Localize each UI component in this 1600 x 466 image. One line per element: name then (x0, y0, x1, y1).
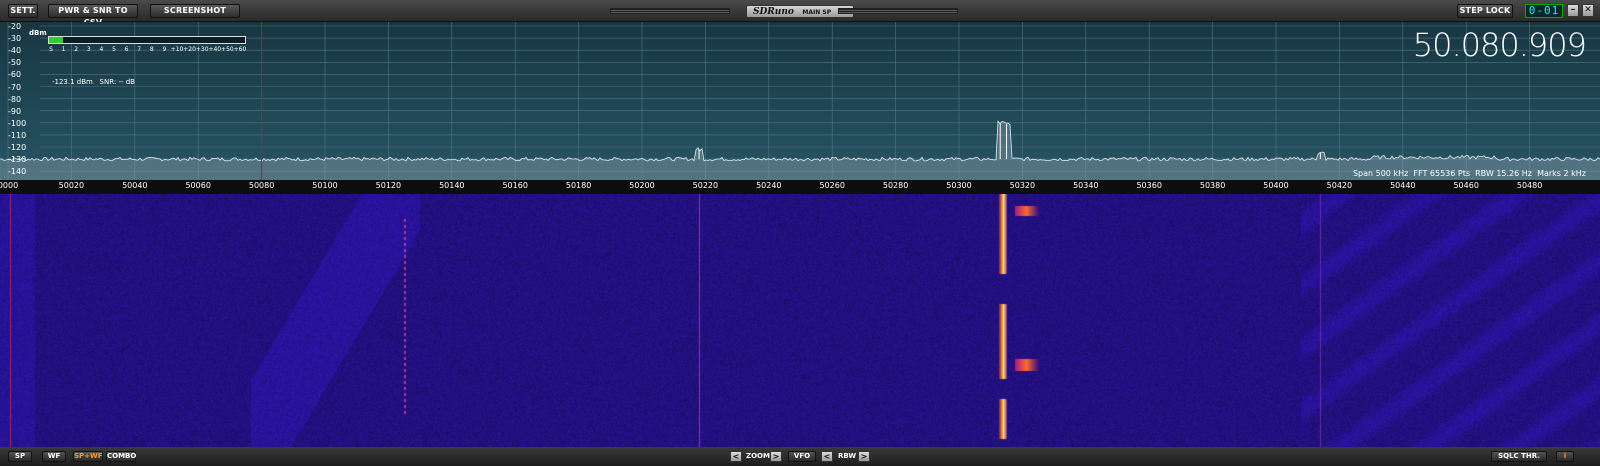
info-button[interactable]: i (1556, 451, 1574, 462)
screenshot-button[interactable]: SCREENSHOT (150, 4, 240, 18)
frequency-tick-label: 50240 (756, 181, 782, 190)
smeter-tick-label: 8 (149, 46, 154, 53)
frequency-tick-label: 50020 (58, 181, 85, 190)
frequency-tick-label: 50420 (1326, 181, 1353, 190)
frequency-tick-label: 50480 (1516, 181, 1543, 190)
combo-mode-button[interactable]: COMBO (106, 451, 136, 462)
s-meter-scale: S 1 2 3 4 5 6 7 8 9 +10 +20 +30 +40 +50 +60 (48, 46, 248, 54)
smeter-tick-label: +60 (233, 46, 247, 53)
smeter-tick-label: +30 (195, 46, 209, 53)
smeter-tick-label: 4 (99, 46, 104, 53)
frequency-tick-label: 50200 (629, 181, 655, 190)
bottom-toolbar: SP WF SP+WF COMBO < ZOOM > VFO < RBW > S… (0, 447, 1600, 466)
zoom-label: ZOOM (746, 452, 770, 460)
zoom-out-arrow-icon[interactable]: < (730, 451, 742, 462)
waterfall-display[interactable] (0, 194, 1600, 447)
dbm-tick-label: -60 (8, 70, 22, 80)
dbm-tick-label: -50 (8, 58, 22, 68)
zoom-in-arrow-icon[interactable]: > (770, 451, 782, 462)
window-drag-grip-left[interactable] (610, 8, 730, 14)
frequency-tick-label: 50300 (946, 181, 972, 190)
export-csv-button[interactable]: PWR & SNR TO CSV (48, 4, 138, 27)
smeter-tick-label: S (49, 46, 53, 53)
dbm-tick-label: -20 (8, 22, 22, 31)
dbm-tick-label: -40 (8, 46, 22, 56)
waterfall-canvas[interactable] (0, 194, 1600, 447)
frequency-tick-label: 50080 (248, 181, 275, 190)
frequency-tick-label: 50180 (565, 181, 592, 190)
smeter-tick-label: 6 (124, 46, 129, 53)
span-info: Span 500 kHz FFT 65536 Pts RBW 15.26 Hz … (1353, 169, 1586, 178)
top-toolbar: SETT. PWR & SNR TO CSV SCREENSHOT SDRuno… (0, 0, 1600, 27)
rbw-down-arrow-icon[interactable]: < (821, 451, 833, 462)
vfo-button[interactable]: VFO (788, 451, 816, 462)
sqlc-threshold-button[interactable]: SQLC THR. (1491, 451, 1547, 462)
panel-name: MAIN SP (802, 9, 832, 16)
dbm-tick-label: -140 (8, 167, 27, 177)
frequency-tick-label: 50260 (819, 181, 845, 190)
frequency-tick-label: 50320 (1009, 181, 1036, 190)
smeter-tick-label: 7 (137, 46, 142, 53)
fft-text: FFT 65536 Pts (1413, 169, 1471, 178)
frequency-tick-label: 50220 (692, 181, 719, 190)
dbm-tick-label: -90 (8, 106, 22, 116)
dbm-tick-label: -110 (8, 130, 27, 140)
power-readout: -123.1 dBm (52, 78, 93, 86)
frequency-tick-label: 50100 (312, 181, 338, 190)
close-icon[interactable]: ✕ (1582, 4, 1594, 17)
frequency-axis[interactable]: 0000 50020 50040 50060 50080 50100 50120 50140 5… (0, 180, 1600, 194)
frequency-tick-label: 50360 (1136, 181, 1162, 190)
smeter-unit-label: dBm (29, 29, 47, 37)
smeter-tick-label: 2 (74, 46, 79, 53)
s-meter-bar (48, 36, 246, 44)
frequency-tick-label: 50140 (439, 181, 465, 190)
frequency-tick-label: 50380 (1199, 181, 1226, 190)
frequency-tick-label: 50120 (375, 181, 402, 190)
marks-text: Marks 2 kHz (1537, 169, 1586, 178)
spectrum-trace (0, 120, 1600, 162)
settings-button[interactable]: SETT. (8, 4, 38, 18)
sp-mode-button[interactable]: SP (8, 451, 32, 462)
frequency-tick-label: 50280 (882, 181, 909, 190)
frequency-tick-label: 50400 (1263, 181, 1289, 190)
wf-mode-button[interactable]: WF (42, 451, 66, 462)
smeter-tick-label: 5 (112, 46, 116, 53)
smeter-tick-label: +20 (183, 46, 196, 53)
span-text: Span 500 kHz (1352, 169, 1409, 178)
dbm-tick-label: -30 (8, 34, 22, 44)
step-lcd-display[interactable]: 0-01 (1525, 4, 1563, 18)
sp-wf-mode-button[interactable]: SP+WF (73, 451, 103, 462)
vfo-frequency-display[interactable]: 50.080.909 (1413, 26, 1587, 64)
dbm-tick-label: -100 (8, 118, 27, 128)
window-drag-grip-right[interactable] (838, 8, 958, 14)
smeter-tick-label: +10 (170, 46, 184, 53)
rbw-text: RBW 15.26 Hz (1475, 169, 1532, 178)
snr-readout: SNR: -- dB (99, 78, 135, 86)
step-lock-button[interactable]: STEP LOCK (1457, 4, 1513, 18)
frequency-tick-label: 50160 (502, 181, 528, 190)
frequency-tick-label: 50060 (185, 181, 211, 190)
spectrum-display[interactable]: -20 -30 -40 -50 -60 -70 -80 -90 -100 -110 -120 -130… (0, 22, 1600, 180)
smeter-tick-label: 9 (162, 46, 167, 53)
frequency-tick-label: 50440 (1390, 181, 1416, 190)
dbm-tick-label: -130 (8, 155, 27, 165)
power-snr-readout: -123.1 dBm SNR: -- dB (52, 78, 135, 86)
smeter-tick-label: +50 (221, 46, 234, 53)
frequency-tick-label: 0000 (0, 181, 19, 190)
smeter-tick-label: 1 (61, 46, 66, 53)
dbm-tick-label: -80 (8, 94, 22, 104)
smeter-tick-label: 3 (86, 46, 91, 53)
frequency-tick-label: 50340 (1073, 181, 1099, 190)
app-brand: SDRuno (753, 7, 794, 17)
dbm-tick-label: -120 (8, 143, 27, 152)
frequency-tick-label: 50460 (1453, 181, 1479, 190)
rbw-up-arrow-icon[interactable]: > (858, 451, 870, 462)
rbw-label: RBW (838, 452, 857, 460)
frequency-tick-label: 50040 (122, 181, 148, 190)
dbm-tick-label: -70 (8, 82, 22, 92)
s-meter-fill (49, 37, 63, 43)
minimize-icon[interactable]: – (1567, 4, 1579, 17)
smeter-tick-label: +40 (208, 46, 222, 53)
